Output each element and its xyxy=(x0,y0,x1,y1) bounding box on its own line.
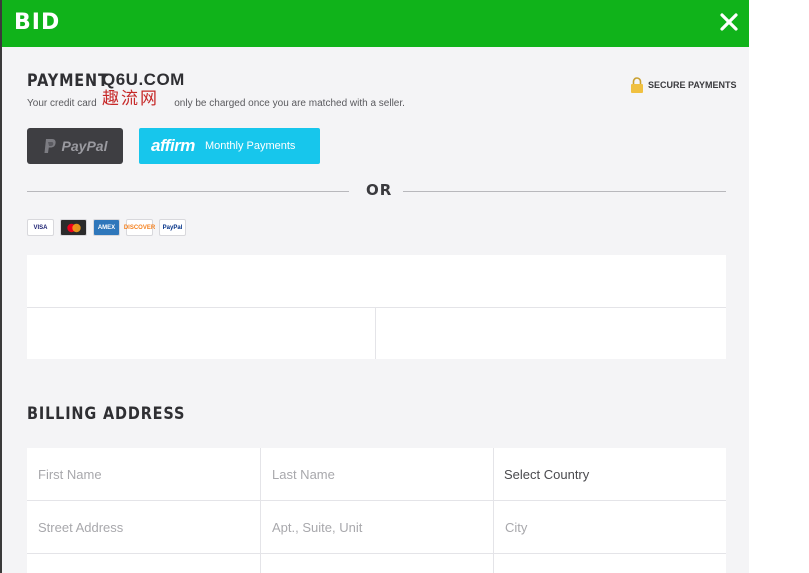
payment-note: Your credit card only be charged once yo… xyxy=(27,98,405,109)
secure-payments-badge: SECURE PAYMENTS xyxy=(630,77,737,93)
accepted-cards: VISA AMEX DISCOVER PayPal xyxy=(27,219,186,236)
billing-address-form: Select Country xyxy=(27,448,726,573)
secure-payments-label: SECURE PAYMENTS xyxy=(648,80,737,90)
affirm-button[interactable]: affirm Monthly Payments xyxy=(139,128,320,164)
street-address-input[interactable] xyxy=(27,501,260,553)
paypal-card-icon: PayPal xyxy=(159,219,186,236)
first-name-input[interactable] xyxy=(27,448,260,500)
paypal-logo-icon xyxy=(44,139,56,153)
payment-note-end: only be charged once you are matched wit… xyxy=(174,98,405,109)
watermark-top: Q6U.COM xyxy=(102,70,185,89)
country-select-label: Select Country xyxy=(504,466,590,482)
visa-card-icon: VISA xyxy=(27,219,54,236)
payment-heading: PAYMENT xyxy=(27,71,109,91)
paypal-button-label: PayPal xyxy=(61,138,108,154)
modal-header: BID xyxy=(2,0,749,47)
divider-or-label: OR xyxy=(366,181,393,199)
mastercard-card-icon xyxy=(60,219,87,236)
card-expiry-input[interactable] xyxy=(27,307,375,359)
lock-icon xyxy=(631,77,643,93)
mastercard-circles-icon xyxy=(66,223,81,232)
divider-left xyxy=(27,191,349,192)
card-cvc-input[interactable] xyxy=(376,307,726,359)
affirm-button-label: Monthly Payments xyxy=(204,140,296,152)
modal-title: BID xyxy=(14,10,61,35)
affirm-logo: affirm xyxy=(151,136,195,155)
card-number-input[interactable] xyxy=(27,255,726,307)
billing-row-divider-2 xyxy=(27,553,726,554)
billing-heading: BILLING ADDRESS xyxy=(27,404,186,424)
payment-note-start: Your credit card xyxy=(27,98,97,109)
last-name-input[interactable] xyxy=(261,448,493,500)
apt-suite-input[interactable] xyxy=(261,501,493,553)
amex-card-icon: AMEX xyxy=(93,219,120,236)
card-details-form xyxy=(27,255,726,359)
close-icon[interactable] xyxy=(716,9,742,35)
paypal-button[interactable]: PayPal xyxy=(27,128,123,164)
country-select[interactable]: Select Country xyxy=(493,448,726,500)
discover-card-icon: DISCOVER xyxy=(124,219,155,236)
divider-right xyxy=(403,191,726,192)
city-input[interactable] xyxy=(494,501,726,553)
bid-modal: BID PAYMENT Your credit card only be cha… xyxy=(2,0,749,573)
